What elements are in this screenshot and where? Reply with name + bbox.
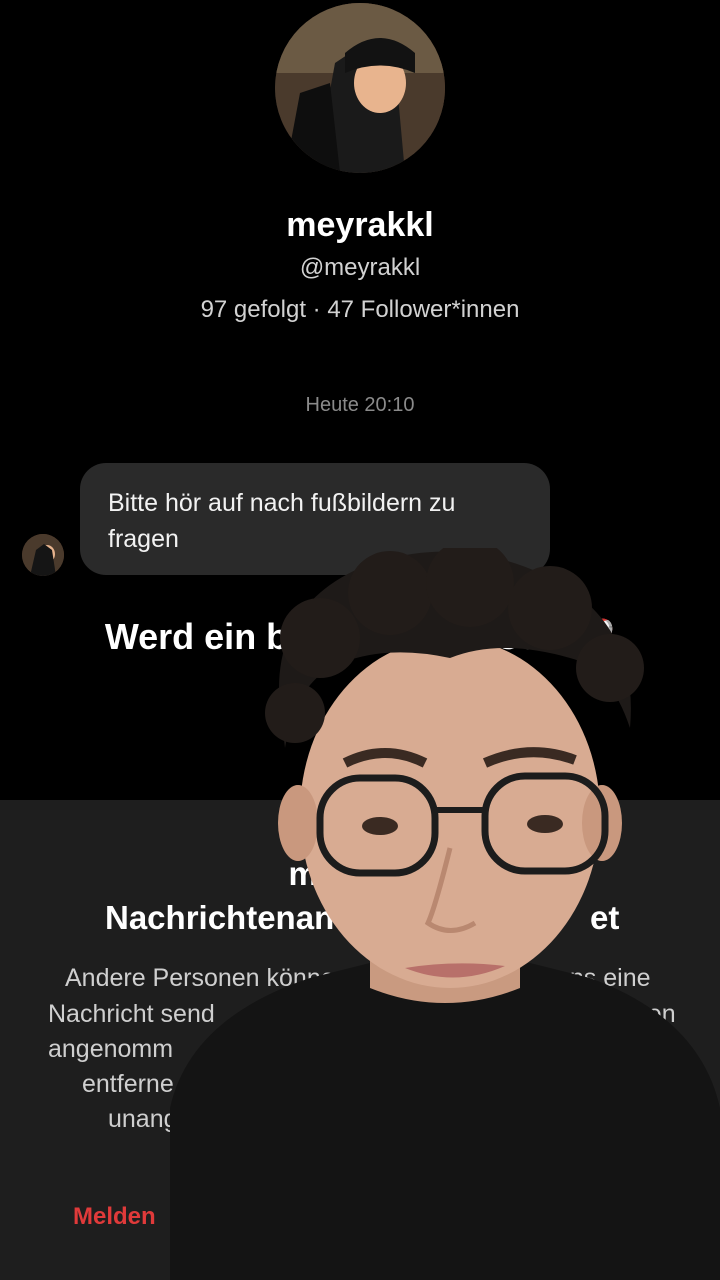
presenter-photo — [170, 548, 720, 1280]
profile-avatar[interactable] — [275, 3, 445, 173]
catwoman-thumbnail-icon — [22, 534, 64, 576]
report-button[interactable]: Melden — [73, 1203, 156, 1231]
profile-handle: @meyrakkl — [299, 254, 421, 281]
message-timestamp: Heute 20:10 — [305, 394, 415, 416]
catwoman-illustration-icon — [275, 3, 445, 173]
sheet-body-line: angenomm — [48, 1035, 174, 1063]
profile-stats: 97 gefolgt · 47 Follower*innen — [200, 296, 520, 323]
sender-avatar[interactable] — [22, 534, 64, 576]
sheet-body-line: entferne — [82, 1070, 174, 1098]
sheet-body-line: unang — [108, 1105, 178, 1133]
profile-display-name: meyrakkl — [286, 206, 434, 244]
